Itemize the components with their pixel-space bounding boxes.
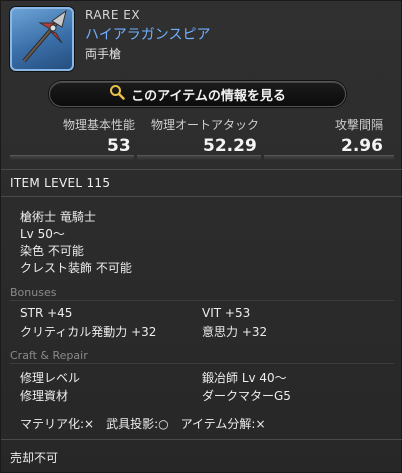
delay-label: 攻撃間隔	[335, 118, 384, 132]
item-flags: マテリア化:× 武具投影:○ アイテム分解:×	[20, 417, 266, 431]
delay-value: 2.96	[341, 136, 383, 156]
section-rule	[10, 363, 394, 364]
repair-materials-label: 修理資材	[20, 389, 69, 403]
repair-materials-value: ダークマターG5	[202, 389, 291, 403]
physical-damage-label: 物理基本性能	[63, 118, 136, 132]
crest-info: クレスト装飾 不可能	[20, 261, 132, 275]
auto-attack-bar	[137, 155, 261, 160]
view-item-info-button[interactable]: このアイテムの情報を見る	[49, 81, 346, 107]
view-item-info-label: このアイテムの情報を見る	[131, 88, 286, 104]
physical-damage-bar	[10, 155, 134, 160]
item-tooltip: RARE EX ハイアラガンスピア 両手槍 このアイテムの情報を見る 物理基本性…	[0, 0, 402, 473]
magnifier-icon	[109, 84, 125, 104]
dye-info: 染色 不可能	[20, 244, 84, 258]
bonuses-heading: Bonuses	[10, 286, 57, 299]
divider	[1, 196, 402, 197]
item-category: 両手槍	[85, 47, 122, 61]
craft-repair-heading: Craft & Repair	[10, 349, 88, 362]
spear-icon	[10, 7, 74, 71]
physical-damage-value: 53	[107, 136, 131, 156]
sell-status: 売却不可	[10, 451, 59, 465]
divider	[1, 439, 402, 440]
repair-level-value: 鍛冶師 Lv 40～	[202, 371, 287, 385]
bonus-determination: 意思力 +32	[202, 325, 268, 339]
item-name: ハイアラガンスピア	[85, 27, 211, 43]
section-rule	[10, 300, 394, 301]
bonus-str: STR +45	[20, 306, 73, 320]
item-level: ITEM LEVEL 115	[10, 176, 111, 190]
bonus-critical: クリティカル発動力 +32	[20, 325, 157, 339]
item-rarity: RARE EX	[85, 8, 141, 22]
level-requirement: Lv 50～	[20, 227, 65, 241]
auto-attack-label: 物理オートアタック	[151, 118, 260, 132]
auto-attack-value: 52.29	[203, 136, 257, 156]
class-job-requirement: 槍術士 竜騎士	[20, 210, 96, 224]
divider	[1, 169, 402, 170]
delay-bar	[264, 155, 394, 160]
repair-level-label: 修理レベル	[20, 371, 81, 385]
bonus-vit: VIT +53	[202, 306, 251, 320]
